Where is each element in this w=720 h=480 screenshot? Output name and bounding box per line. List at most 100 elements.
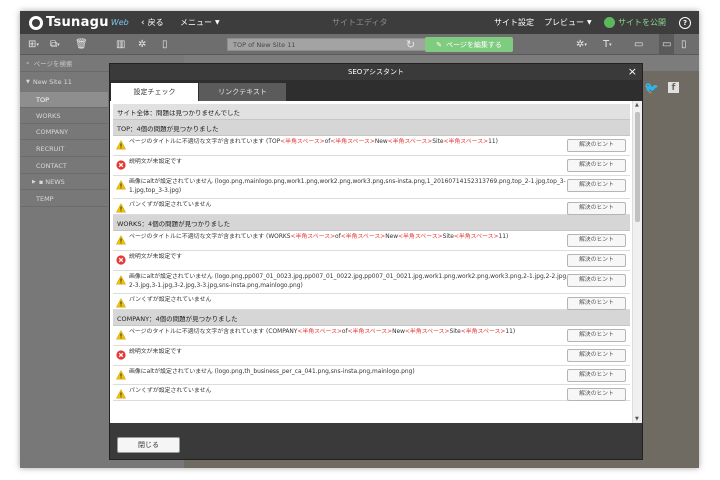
solution-hint-button[interactable]: 解決のヒント [567, 202, 626, 215]
issue-text: 説明文が未設定です [129, 159, 183, 165]
back-button[interactable]: ‹ 戻る [141, 11, 164, 34]
menu-button[interactable]: メニュー ▼ [180, 11, 220, 34]
search-placeholder: ページを検索 [33, 60, 73, 68]
publish-button[interactable]: サイトを公開 [604, 11, 666, 34]
solution-hint-button[interactable]: 解決のヒント [567, 179, 626, 192]
half-width-space-marker: <半角スペース> [297, 329, 342, 335]
results-scrollbar[interactable]: ▲ ▼ [632, 101, 642, 423]
logo-sub-text: Web [110, 18, 129, 27]
solution-hint-button[interactable]: 解決のヒント [567, 254, 626, 267]
seo-assistant-dialog: SEOアシスタント × 設定チェック リンクテキスト サイト全体：問題は見つかり… [109, 63, 643, 460]
solution-hint-button[interactable]: 解決のヒント [567, 274, 626, 287]
text-style-icon[interactable]: T ▾ [603, 34, 612, 55]
sidebar-item-news-label: NEWS [45, 177, 65, 186]
caret-down-icon: ▼ [26, 79, 30, 85]
issue-row: 画像にaltが設定されていません (logo.png,pp007_01_0023… [113, 271, 630, 294]
upload-icon [604, 17, 615, 28]
toolbar: ⊞ ▾ ⧉ ▾ 🗑 ▥ ✲ ▯ TOP of New Site 11 ↻ ✎ ページ… [20, 34, 699, 55]
caret-right-icon: ▶ [32, 178, 36, 185]
issue-text: 画像にaltが設定されていません (logo.png,pp007_01_0023… [129, 274, 569, 289]
preview-label: プレビュー [544, 18, 584, 27]
dialog-footer: 閉じる [110, 423, 642, 459]
panel-toggle-icon[interactable]: ▯ [162, 34, 168, 55]
help-icon: ? [679, 16, 691, 29]
issue-text: New [392, 329, 405, 335]
section-header: COMPANY：4個の問題が見つかりました [113, 310, 630, 326]
solution-hint-button[interactable]: 解決のヒント [567, 139, 626, 152]
app-window: Tsunagu Web ‹ 戻る メニュー ▼ サイトエディタ サイト設定 プレ… [20, 11, 699, 468]
tab-link-text[interactable]: リンクテキスト [199, 83, 286, 101]
half-width-space-marker: <半角スペース> [290, 234, 336, 240]
solution-hint-button[interactable]: 解決のヒント [567, 297, 626, 310]
sidebar-item-top[interactable]: TOP [20, 92, 108, 108]
issue-text: パンくずが設定されていません [129, 202, 212, 208]
issue-text: 画像にaltが設定されていません (logo.png,th_business_p… [129, 369, 415, 375]
gear-icon[interactable]: ✲ [138, 34, 146, 55]
sidebar-item-works[interactable]: WORKS [20, 108, 108, 124]
tab-settings-check[interactable]: 設定チェック [111, 83, 198, 101]
issue-text: パンくずが設定されていません [129, 297, 212, 303]
scroll-up-icon[interactable]: ▲ [635, 102, 639, 108]
preview-button[interactable]: プレビュー ▼ [544, 11, 592, 34]
half-width-space-marker: <半角スペース> [404, 329, 450, 335]
sidebar-item-recruit[interactable]: RECRUIT [20, 141, 108, 157]
solution-hint-button[interactable]: 解決のヒント [567, 329, 626, 342]
scroll-down-icon[interactable]: ▼ [635, 416, 639, 422]
half-width-space-marker: <半角スペース> [460, 329, 506, 335]
issue-row: 説明文が未設定です 解決のヒント [113, 251, 630, 271]
issue-message: ページのタイトルに不適切な文字が含まれています (WORKS<半角スペース>of… [129, 233, 569, 242]
issue-row: パンくずが設定されていません 解決のヒント [113, 199, 630, 215]
trash-icon[interactable]: 🗑 [75, 34, 88, 55]
solution-hint-button[interactable]: 解決のヒント [567, 159, 626, 172]
half-width-space-marker: <半角スペース> [340, 234, 386, 240]
site-settings-button[interactable]: サイト設定 [494, 11, 534, 34]
issue-text: 画像にaltが設定されていません (logo.png,mainlogo.png,… [129, 179, 566, 194]
close-button[interactable]: 閉じる [117, 437, 180, 453]
mobile-view-icon[interactable]: ▯ [681, 34, 687, 55]
edit-page-label: ページを編集する [446, 40, 502, 49]
sidebar-item-company[interactable]: COMPANY [20, 124, 108, 140]
half-width-space-marker: <半角スペース> [280, 139, 325, 145]
issue-text: 11) [488, 139, 498, 145]
section-header: WORKS：4個の問題が見つかりました [113, 215, 630, 231]
sidebar-item-contact[interactable]: CONTACT [20, 158, 108, 174]
solution-hint-button[interactable]: 解決のヒント [567, 388, 626, 401]
warning-icon [116, 389, 126, 399]
issue-text: 11) [505, 329, 516, 335]
solution-hint-button[interactable]: 解決のヒント [567, 349, 626, 362]
error-icon [116, 350, 126, 360]
site-root-node[interactable]: ▼ New Site 11 [20, 74, 108, 90]
help-button[interactable]: ? [679, 11, 691, 34]
warning-icon [116, 140, 126, 150]
warning-icon [116, 235, 126, 245]
sidebar-item-news[interactable]: ▶ ▪ NEWS [20, 174, 108, 190]
edit-page-button[interactable]: ✎ ページを編集する [425, 37, 513, 52]
layout-icon[interactable]: ▭ [634, 34, 643, 55]
reload-icon[interactable]: ↻ [406, 34, 415, 55]
warning-icon [116, 330, 126, 340]
dialog-tabs: 設定チェック リンクテキスト [110, 80, 642, 101]
facebook-icon: f [668, 82, 679, 93]
solution-hint-button[interactable]: 解決のヒント [567, 234, 626, 247]
logo-icon [29, 15, 43, 30]
desktop-view-icon[interactable]: ▭ [659, 34, 675, 55]
app-logo[interactable]: Tsunagu Web [29, 11, 129, 34]
issue-row: 画像にaltが設定されていません (logo.png,th_business_p… [113, 366, 630, 385]
close-icon[interactable]: × [628, 66, 637, 77]
issue-message: 画像にaltが設定されていません (logo.png,mainlogo.png,… [129, 178, 569, 195]
issue-message: パンくずが設定されていません [129, 296, 569, 305]
settings-gear-icon[interactable]: ✲ ▾ [576, 34, 587, 55]
issue-text: 11) [498, 234, 509, 240]
scrollbar-thumb[interactable] [635, 112, 640, 222]
half-width-space-marker: <半角スペース> [387, 139, 433, 145]
solution-hint-button[interactable]: 解決のヒント [567, 369, 626, 382]
copy-page-icon[interactable]: ⧉ ▾ [50, 34, 60, 55]
publish-label: サイトを公開 [618, 18, 666, 27]
issue-message: 画像にaltが設定されていません (logo.png,pp007_01_0023… [129, 273, 569, 290]
issue-message: パンくずが設定されていません [129, 387, 569, 396]
top-bar: Tsunagu Web ‹ 戻る メニュー ▼ サイトエディタ サイト設定 プレ… [20, 11, 699, 34]
issue-text: 説明文が未設定です [129, 349, 183, 355]
add-page-icon[interactable]: ⊞ ▾ [28, 34, 39, 55]
analytics-icon[interactable]: ▥ [116, 34, 125, 55]
sidebar-item-temp[interactable]: TEMP [20, 191, 108, 207]
